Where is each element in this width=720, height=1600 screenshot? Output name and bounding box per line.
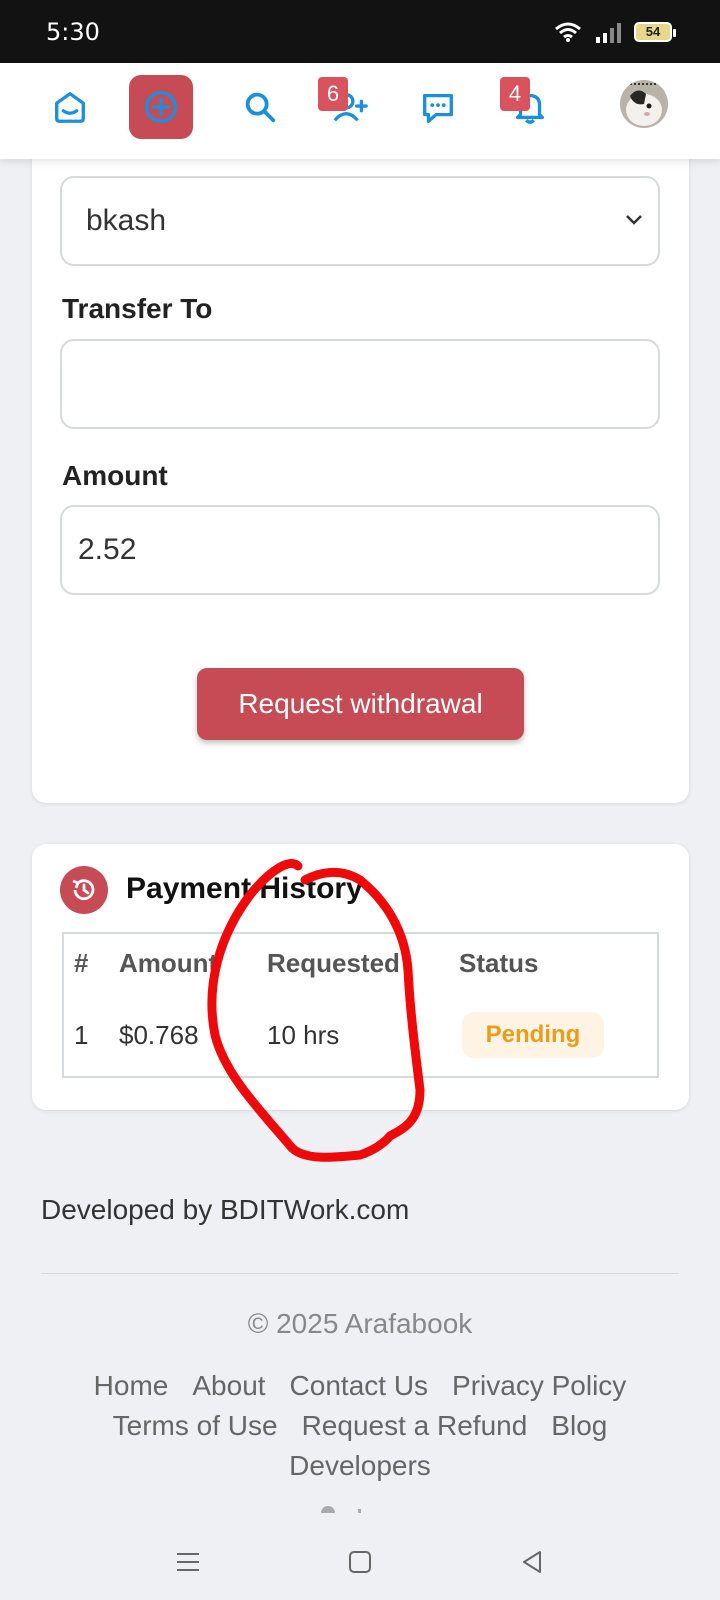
plus-circle-icon [145,91,177,123]
history-icon [60,866,108,914]
avatar[interactable] [620,80,668,128]
status-bar: 5:30 54 [0,0,720,63]
back-icon[interactable] [514,1544,550,1580]
globe-icon [321,1506,361,1513]
row-requested: 10 hrs [267,1020,340,1050]
status-icons: 54 [554,21,676,43]
payment-history-title: Payment History [126,872,363,905]
footer-link-about[interactable]: About [192,1366,265,1406]
chevron-down-icon [626,215,642,225]
footer-link-privacy[interactable]: Privacy Policy [452,1366,626,1406]
column-header-requested: Requested [267,948,400,978]
footer-link-refund[interactable]: Request a Refund [302,1406,528,1446]
signal-icon [596,22,621,43]
row-amount: $0.768 [119,1020,199,1050]
system-navigation-bar [0,1520,720,1600]
transfer-to-input[interactable] [60,339,660,429]
payment-history-card: Payment History # Amount Requested Statu… [32,844,689,1110]
footer-link-blog[interactable]: Blog [551,1406,607,1446]
amount-input[interactable] [60,505,660,595]
messages-icon[interactable] [406,75,470,139]
copyright: © 2025 Arafabook [247,1308,473,1339]
developer-credit: Developed by BDITWork.com [41,1194,410,1225]
footer-links: Home About Contact Us Privacy Policy Terms o… [80,1366,640,1486]
search-icon[interactable] [228,75,292,139]
payment-history-table: # Amount Requested Status 1 $0.768 10 hr… [62,932,659,1078]
home-icon[interactable] [38,75,102,139]
battery-icon: 54 [634,21,676,42]
footer-link-terms[interactable]: Terms of Use [113,1406,278,1446]
transfer-to-label: Transfer To [62,293,213,324]
footer-link-developers[interactable]: Developers [289,1446,431,1486]
payment-method-value: bkash [86,204,167,237]
row-number: 1 [74,1020,89,1050]
status-badge: Pending [462,1012,604,1058]
withdrawal-card: bkash Transfer To Amount Request withdra… [32,120,689,803]
payment-method-select[interactable]: bkash [60,176,660,266]
create-post-button[interactable] [129,75,193,139]
profile-photo [620,80,668,128]
footer-link-home[interactable]: Home [94,1366,169,1406]
home-button-icon[interactable] [342,1544,378,1580]
notifications-badge: 4 [500,77,530,111]
recent-apps-icon[interactable] [170,1544,206,1580]
footer-link-contact[interactable]: Contact Us [290,1366,429,1406]
battery-level: 54 [645,24,661,39]
status-time: 5:30 [46,17,100,46]
column-header-amount: Amount [119,948,218,978]
friend-requests-badge: 6 [318,77,348,111]
wifi-icon [555,22,581,42]
top-nav: 6 4 [0,63,720,159]
footer-divider [41,1273,679,1274]
request-withdrawal-button[interactable]: Request withdrawal [197,668,524,740]
amount-label: Amount [62,460,168,491]
column-header-status: Status [459,948,539,978]
column-header-number: # [74,948,89,978]
